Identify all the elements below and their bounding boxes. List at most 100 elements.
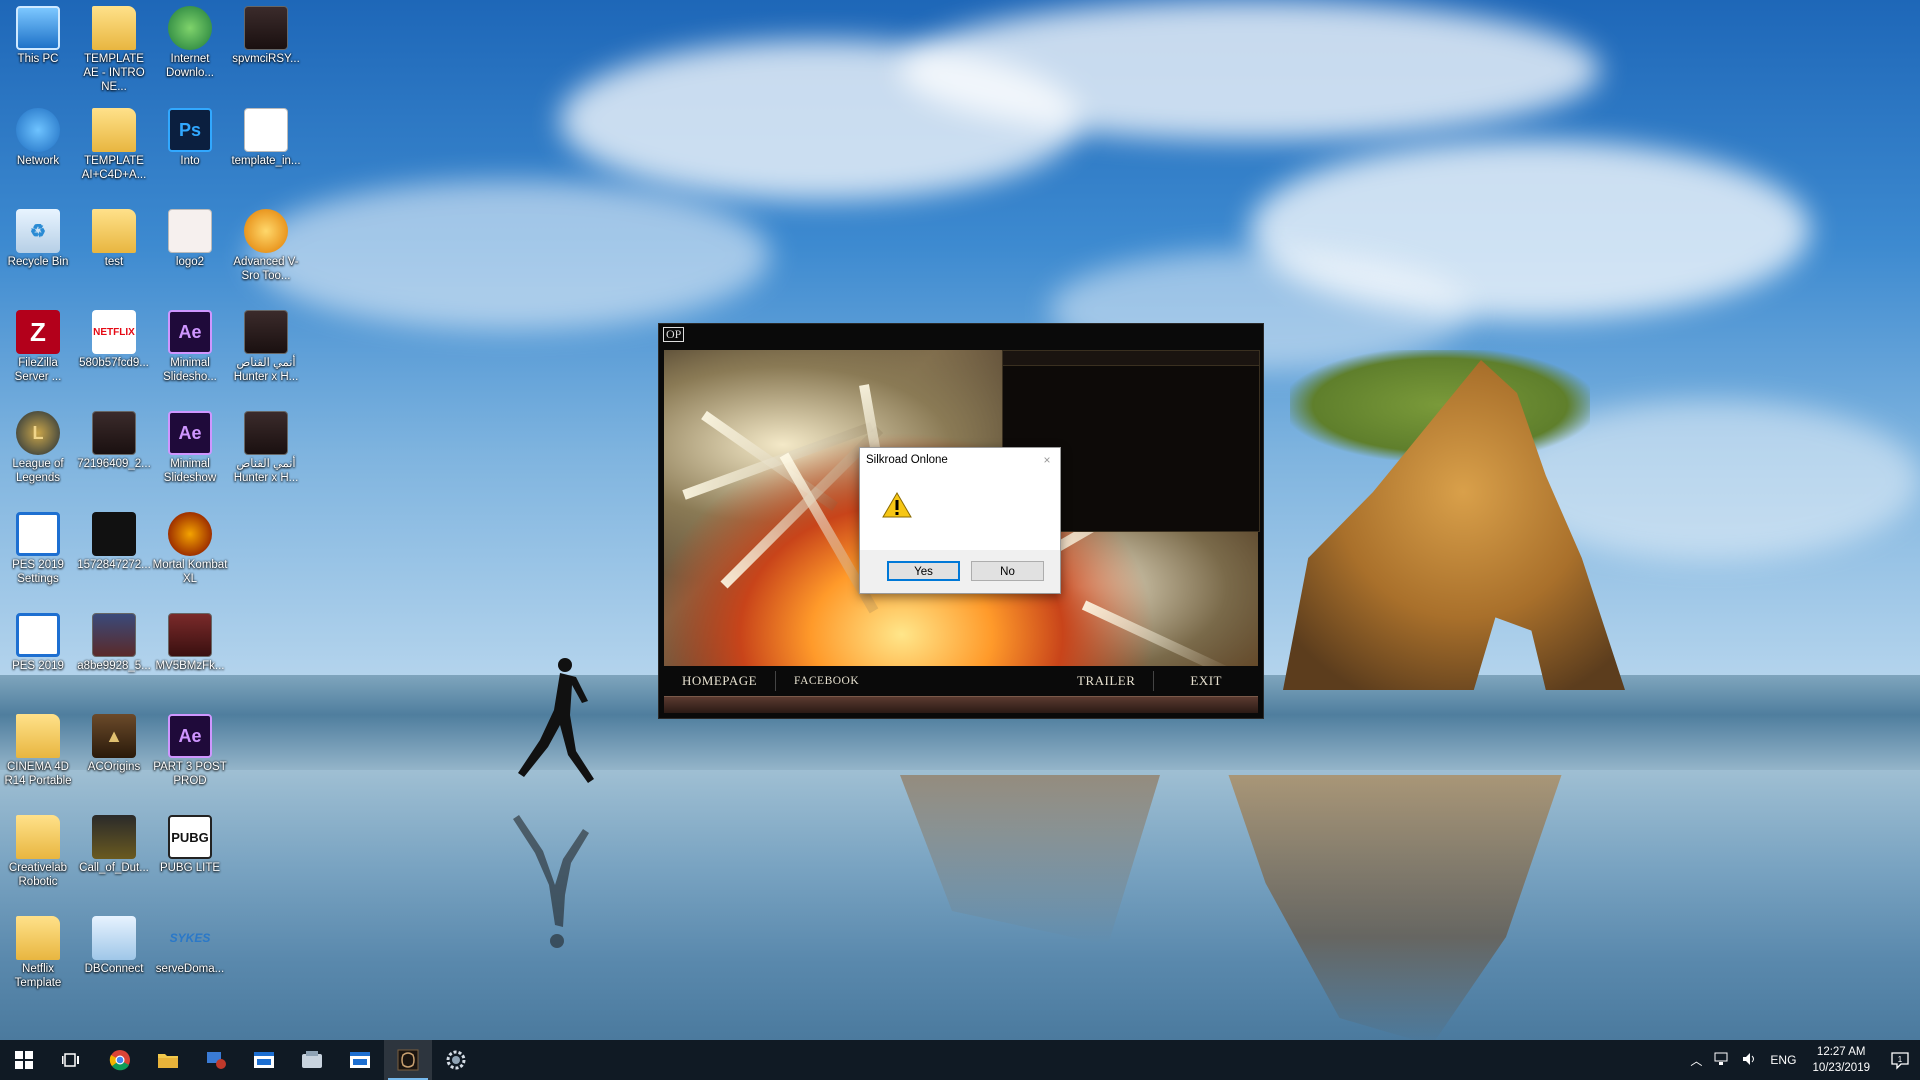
photoshop-file-icon: Ps	[168, 108, 212, 152]
image-file-icon	[92, 613, 136, 657]
desktop-icon-template-ae[interactable]: TEMPLATE AE - INTRO NE...	[76, 0, 152, 98]
desktop-icon-filezilla[interactable]: Z FileZilla Server ...	[0, 304, 76, 402]
volume-icon[interactable]	[1736, 1052, 1764, 1069]
icon-label: This PC	[17, 53, 59, 65]
nav-homepage[interactable]: HOMEPAGE	[664, 668, 775, 694]
no-button[interactable]: No	[971, 561, 1044, 581]
image-file-icon	[168, 209, 212, 253]
yes-button[interactable]: Yes	[887, 561, 960, 581]
desktop-icon-this-pc[interactable]: This PC	[0, 0, 76, 98]
folder-icon	[16, 916, 60, 960]
notification-icon: 1	[1891, 1052, 1909, 1070]
desktop-icon-network[interactable]: Network	[0, 102, 76, 200]
desktop-icon-template-ai[interactable]: TEMPLATE AI+C4D+A...	[76, 102, 152, 200]
desktop-icon-advanced-v-sro[interactable]: Advanced V-Sro Too...	[228, 203, 304, 301]
launcher-nav-bar: HOMEPAGE FACEBOOK TRAILER EXIT	[664, 668, 1258, 694]
icon-label: DBConnect	[84, 963, 144, 975]
icon-label: serveDoma...	[155, 963, 225, 975]
network-icon	[16, 108, 60, 152]
movie-poster-icon	[244, 6, 288, 50]
launcher-progress-bar	[664, 696, 1258, 713]
desktop-icon-internet-download-manager[interactable]: Internet Downlo...	[152, 0, 228, 98]
black-image-icon	[92, 512, 136, 556]
desktop-icon-template-in[interactable]: template_in...	[228, 102, 304, 200]
desktop-icon-hunter-2[interactable]: أنمي القناص Hunter x H...	[228, 405, 304, 503]
desktop-icon-test[interactable]: test	[76, 203, 152, 301]
desktop-icon-pes-2019-settings[interactable]: PES 2019 Settings	[0, 506, 76, 604]
chrome-button[interactable]	[96, 1040, 144, 1080]
icon-label: 72196409_2...	[77, 458, 151, 470]
desktop-icon-pes-2019[interactable]: PES 2019	[0, 607, 76, 705]
task-view-button[interactable]	[48, 1040, 96, 1080]
desktop-icon-minimal-slideshow-1[interactable]: Ae Minimal Slidesho...	[152, 304, 228, 402]
notification-count: 1	[1898, 1055, 1903, 1064]
app-button-2[interactable]	[240, 1040, 288, 1080]
clock[interactable]: 12:27 AM 10/23/2019	[1802, 1044, 1880, 1076]
warning-icon	[882, 492, 912, 518]
chrome-icon	[109, 1050, 130, 1071]
mortal-kombat-icon	[168, 512, 212, 556]
icon-label: Call_of_Dut...	[79, 862, 149, 874]
language-indicator[interactable]: ENG	[1764, 1053, 1802, 1067]
desktop-icon-minimal-slideshow-2[interactable]: Ae Minimal Slideshow	[152, 405, 228, 503]
desktop-icon-1572847272[interactable]: 1572847272...	[76, 506, 152, 604]
desktop-icon-netflix-logo[interactable]: NETFLIX 580b57fcd9...	[76, 304, 152, 402]
window-app-icon	[350, 1052, 370, 1068]
close-icon[interactable]: ×	[1040, 448, 1054, 472]
gear-app-icon	[446, 1050, 466, 1070]
desktop-icon-into[interactable]: Ps Into	[152, 102, 228, 200]
dialog-title-bar[interactable]: Silkroad Onlone ×	[860, 448, 1060, 472]
icon-label: test	[104, 256, 124, 268]
dialog-body	[860, 472, 1060, 546]
desktop-icon-league-of-legends[interactable]: L League of Legends	[0, 405, 76, 503]
desktop-icon-mv5bmzfk[interactable]: MV5BMzFk...	[152, 607, 228, 705]
desktop-icon-logo2[interactable]: logo2	[152, 203, 228, 301]
desktop-icon-recycle-bin[interactable]: ♻ Recycle Bin	[0, 203, 76, 301]
system-tray: ︿ ENG 12:27 AM 10/23/2019 1	[1684, 1040, 1920, 1080]
nav-trailer[interactable]: TRAILER	[1059, 668, 1153, 694]
nav-exit[interactable]: EXIT	[1154, 668, 1258, 694]
desktop-icon-creativelab-robotic[interactable]: Creativelab Robotic	[0, 809, 76, 907]
network-status-icon[interactable]	[1708, 1052, 1736, 1069]
folder-icon	[92, 209, 136, 253]
runner-silhouette	[518, 658, 594, 783]
video-file-icon	[244, 310, 288, 354]
file-explorer-button[interactable]	[144, 1040, 192, 1080]
desktop-icon-dbconnect[interactable]: DBConnect	[76, 910, 152, 1008]
desktop-icon-72196409[interactable]: 72196409_2...	[76, 405, 152, 503]
desktop-icon-pubg-lite[interactable]: PUBG PUBG LITE	[152, 809, 228, 907]
desktop-icon-netflix-template[interactable]: Netflix Template	[0, 910, 76, 1008]
clock-time: 12:27 AM	[1816, 1046, 1866, 1058]
desktop-icon-spvmcirsy[interactable]: spvmciRSY...	[228, 0, 304, 98]
icon-label: PES 2019	[12, 660, 64, 672]
launcher-title-bar[interactable]: OP	[659, 324, 1263, 346]
desktop-icon-cinema-4d[interactable]: CINEMA 4D R14 Portable	[0, 708, 76, 806]
app-button-4[interactable]	[336, 1040, 384, 1080]
app-button-3[interactable]	[288, 1040, 336, 1080]
icon-label: Minimal Slidesho...	[163, 357, 217, 383]
cloud	[900, 0, 1600, 140]
folder-icon	[158, 1054, 178, 1068]
silkroad-launcher-button[interactable]	[384, 1040, 432, 1080]
chevron-up-icon[interactable]: ︿	[1684, 1052, 1708, 1069]
desktop-icon-acorigins[interactable]: ▲ ACOrigins	[76, 708, 152, 806]
nav-facebook[interactable]: FACEBOOK	[776, 668, 877, 694]
desktop-icon-call-of-duty[interactable]: Call_of_Dut...	[76, 809, 152, 907]
icon-label: Advanced V-Sro Too...	[233, 256, 299, 282]
app-button-1[interactable]	[192, 1040, 240, 1080]
pes-settings-icon	[16, 512, 60, 556]
action-center-button[interactable]: 1	[1880, 1040, 1920, 1080]
icon-label: ACOrigins	[87, 761, 141, 773]
desktop-icon-a8be9928[interactable]: a8be9928_5...	[76, 607, 152, 705]
naruto-app-icon	[244, 209, 288, 253]
app-button-5[interactable]	[432, 1040, 480, 1080]
icon-label: أنمي القناص Hunter x H...	[233, 357, 299, 383]
desktop-icon-part-3-post-prod[interactable]: Ae PART 3 POST PROD	[152, 708, 228, 806]
desktop-icon-mortal-kombat-xl[interactable]: Mortal Kombat XL	[152, 506, 228, 604]
cloud	[250, 180, 770, 330]
start-button[interactable]	[0, 1040, 48, 1080]
desktop-icon-servedomain[interactable]: SYKES serveDoma...	[152, 910, 228, 1008]
desktop-icon-hunter-1[interactable]: أنمي القناص Hunter x H...	[228, 304, 304, 402]
computer-icon	[16, 6, 60, 50]
call-of-duty-icon	[92, 815, 136, 859]
